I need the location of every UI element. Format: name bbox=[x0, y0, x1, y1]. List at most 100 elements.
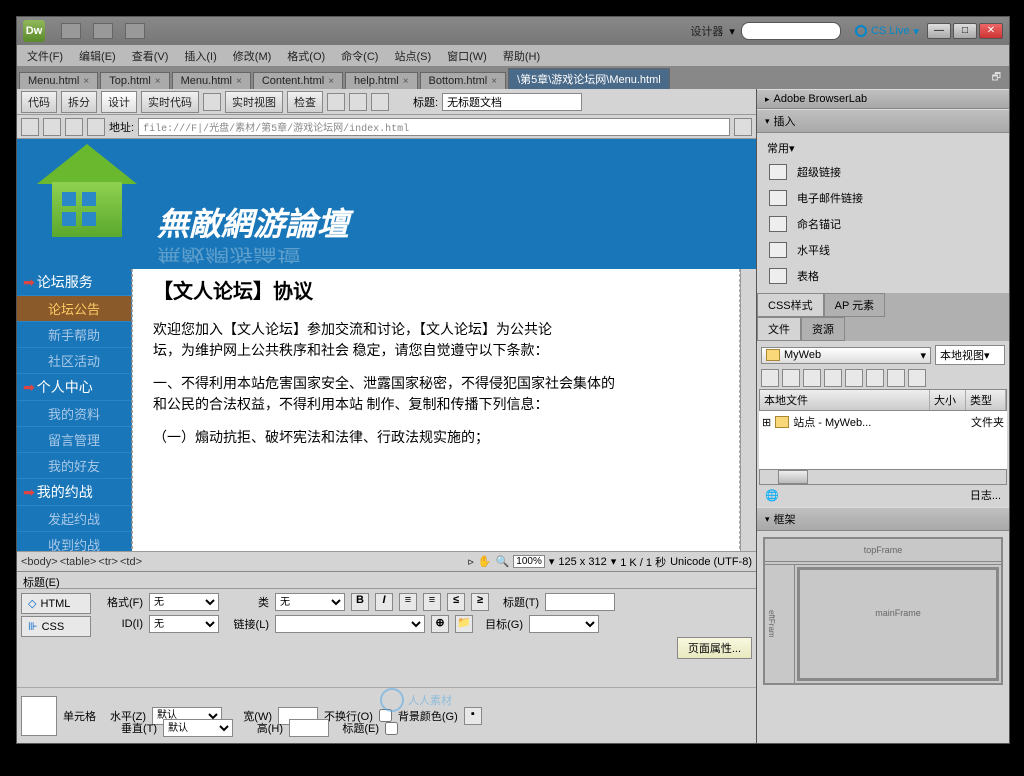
site-node[interactable]: 站点 - MyWeb... bbox=[793, 414, 871, 430]
header-checkbox[interactable] bbox=[385, 722, 398, 735]
dropdown-icon[interactable]: ▾ bbox=[729, 25, 735, 38]
tab-restore-icon[interactable]: 🗗 bbox=[986, 68, 1007, 89]
top-frame[interactable]: topFrame bbox=[765, 539, 1001, 565]
ap-elements-tab[interactable]: AP 元素 bbox=[824, 293, 886, 317]
design-view-button[interactable]: 设计 bbox=[101, 91, 137, 113]
designer-label[interactable]: 设计器 bbox=[690, 23, 723, 39]
zoom-tool-icon[interactable]: 🔍 bbox=[496, 555, 510, 568]
select-tool-icon[interactable]: ▹ bbox=[468, 555, 474, 568]
menu-view[interactable]: 查看(V) bbox=[126, 46, 175, 66]
page-properties-button[interactable]: 页面属性... bbox=[677, 637, 752, 659]
css-styles-tab[interactable]: CSS样式 bbox=[757, 293, 824, 317]
checkout-icon[interactable] bbox=[845, 369, 863, 387]
html-tab[interactable]: ◇HTML bbox=[21, 593, 91, 614]
frame-panel-header[interactable]: ▾框架 bbox=[757, 507, 1009, 531]
properties-header[interactable]: 标题(E) bbox=[17, 571, 756, 589]
sidebar-item[interactable]: 我的资料 bbox=[17, 401, 131, 427]
minimize-button[interactable]: — bbox=[927, 23, 951, 39]
maximize-button[interactable]: □ bbox=[953, 23, 977, 39]
col-file[interactable]: 本地文件 bbox=[760, 390, 930, 410]
tab-help[interactable]: help.html× bbox=[345, 72, 417, 89]
zoom-select[interactable]: 100% bbox=[513, 555, 545, 568]
title-input[interactable] bbox=[442, 93, 582, 111]
connect-icon[interactable] bbox=[761, 369, 779, 387]
liveview-button[interactable]: 实时视图 bbox=[225, 91, 283, 113]
expand-icon[interactable] bbox=[908, 369, 926, 387]
insert-anchor[interactable]: 命名锚记 bbox=[761, 211, 1005, 237]
split-view-button[interactable]: 拆分 bbox=[61, 91, 97, 113]
scrollbar[interactable] bbox=[740, 269, 756, 551]
extend-button[interactable] bbox=[93, 23, 113, 39]
class-select[interactable]: 无 bbox=[275, 593, 345, 611]
assets-tab[interactable]: 资源 bbox=[801, 317, 845, 341]
height-input[interactable] bbox=[289, 719, 329, 737]
sync-icon[interactable] bbox=[887, 369, 905, 387]
link-select[interactable] bbox=[275, 615, 425, 633]
sidebar-item[interactable]: 我的好友 bbox=[17, 453, 131, 479]
sidebar-item[interactable]: 论坛公告 bbox=[17, 296, 131, 322]
indent-button[interactable]: ≥ bbox=[471, 593, 489, 611]
browserlab-panel[interactable]: ▸Adobe BrowserLab bbox=[757, 89, 1009, 109]
format-select[interactable]: 无 bbox=[149, 593, 219, 611]
tab-menu2[interactable]: Menu.html× bbox=[172, 72, 251, 89]
checkin-icon[interactable] bbox=[866, 369, 884, 387]
expand-icon[interactable]: ⊞ bbox=[762, 416, 771, 429]
sidebar-item[interactable]: ➡论坛服务 bbox=[17, 269, 131, 296]
menu-help[interactable]: 帮助(H) bbox=[497, 46, 546, 66]
sidebar-item[interactable]: ➡我的约战 bbox=[17, 479, 131, 506]
bold-button[interactable]: B bbox=[351, 593, 369, 611]
put-icon[interactable] bbox=[824, 369, 842, 387]
sidebar-item[interactable]: 新手帮助 bbox=[17, 322, 131, 348]
insert-email[interactable]: 电子邮件链接 bbox=[761, 185, 1005, 211]
sidebar-item[interactable]: 社区活动 bbox=[17, 348, 131, 374]
col-size[interactable]: 大小 bbox=[930, 390, 966, 410]
hand-tool-icon[interactable]: ✋ bbox=[478, 555, 492, 568]
refresh-icon[interactable] bbox=[371, 93, 389, 111]
home-icon[interactable] bbox=[87, 118, 105, 136]
tab-bottom[interactable]: Bottom.html× bbox=[420, 72, 507, 89]
italic-button[interactable]: I bbox=[375, 593, 393, 611]
tag-td[interactable]: <td> bbox=[120, 556, 142, 568]
search-input[interactable] bbox=[741, 22, 841, 40]
col-type[interactable]: 类型 bbox=[966, 390, 1006, 410]
menu-edit[interactable]: 编辑(E) bbox=[73, 46, 122, 66]
menu-file[interactable]: 文件(F) bbox=[21, 46, 69, 66]
target-select[interactable] bbox=[529, 615, 599, 633]
get-icon[interactable] bbox=[803, 369, 821, 387]
vert-select[interactable]: 默认 bbox=[163, 719, 233, 737]
ol-button[interactable]: ≡ bbox=[423, 593, 441, 611]
menu-window[interactable]: 窗口(W) bbox=[441, 46, 493, 66]
insert-hyperlink[interactable]: 超级链接 bbox=[761, 159, 1005, 185]
tab-active-path[interactable]: \第5章\游戏论坛网\Menu.html bbox=[508, 68, 670, 89]
browse-icon[interactable]: 📁 bbox=[455, 615, 473, 633]
inspect-button[interactable]: 检查 bbox=[287, 91, 323, 113]
code-view-button[interactable]: 代码 bbox=[21, 91, 57, 113]
outdent-button[interactable]: ≤ bbox=[447, 593, 465, 611]
main-frame[interactable]: mainFrame bbox=[797, 567, 999, 681]
back-icon[interactable] bbox=[21, 118, 39, 136]
refresh-icon[interactable] bbox=[782, 369, 800, 387]
livecode-button[interactable]: 实时代码 bbox=[141, 91, 199, 113]
sidebar-item[interactable]: ➡个人中心 bbox=[17, 374, 131, 401]
livecode-icon[interactable] bbox=[203, 93, 221, 111]
sidebar-item[interactable]: 收到约战 bbox=[17, 532, 131, 551]
left-frame[interactable]: eftFram bbox=[765, 565, 795, 683]
close-button[interactable]: ✕ bbox=[979, 23, 1003, 39]
dimensions[interactable]: 125 x 312 bbox=[558, 556, 606, 568]
close-icon[interactable]: × bbox=[155, 76, 161, 87]
bgcolor-picker[interactable]: ▪ bbox=[464, 707, 482, 725]
sidebar-item[interactable]: 发起约战 bbox=[17, 506, 131, 532]
insert-panel-header[interactable]: ▾插入 bbox=[757, 109, 1009, 133]
cslive-button[interactable]: CS Live ▾ bbox=[855, 25, 919, 38]
view-select[interactable]: 本地视图▾ bbox=[935, 345, 1005, 365]
menu-insert[interactable]: 插入(I) bbox=[178, 46, 222, 66]
title-input[interactable] bbox=[545, 593, 615, 611]
menu-site[interactable]: 站点(S) bbox=[388, 46, 437, 66]
forward-icon[interactable] bbox=[43, 118, 61, 136]
id-select[interactable]: 无 bbox=[149, 615, 219, 633]
refresh-icon[interactable] bbox=[65, 118, 83, 136]
tag-body[interactable]: <body> bbox=[21, 556, 58, 568]
insert-category[interactable]: 常用 ▾ bbox=[761, 137, 1005, 159]
close-icon[interactable]: × bbox=[403, 76, 409, 87]
sidebar-item[interactable]: 留言管理 bbox=[17, 427, 131, 453]
